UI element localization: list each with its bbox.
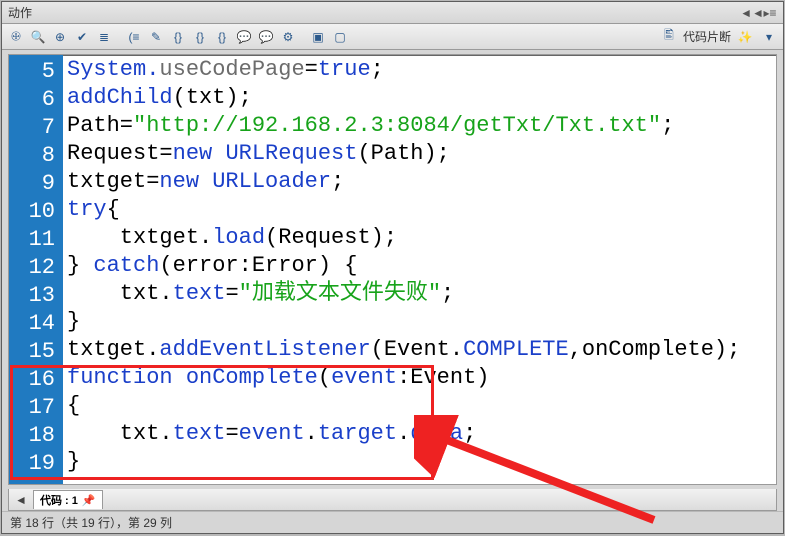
code-line[interactable]: } [67, 309, 772, 337]
code-line[interactable]: txtget.addEventListener(Event.COMPLETE,o… [67, 337, 772, 365]
autoformat-button[interactable]: ≣ [94, 27, 114, 47]
script-tab-bar: ◄ 代码 : 1 📌 [8, 489, 777, 511]
collapse-icon[interactable]: ◄◄ [745, 6, 759, 20]
codehint-button[interactable]: (≡ [124, 27, 144, 47]
line-number: 10 [9, 197, 63, 225]
line-number: 11 [9, 225, 63, 253]
editor-toolbar: 🕀 🔍 ⊕ ✔ ≣ (≡ ✎ {} {} {} 💬 💬 ⚙ ▣ ▢ 🖺 代码片断… [2, 24, 783, 50]
find-button[interactable]: 🔍 [28, 27, 48, 47]
expand-braces-button[interactable]: {} [190, 27, 210, 47]
pin-icon[interactable]: 📌 [82, 494, 96, 507]
comment-button[interactable]: ✎ [146, 27, 166, 47]
panel-header: 动作 ◄◄ ▸≡ [2, 2, 783, 24]
line-number: 5 [9, 57, 63, 85]
line-number: 12 [9, 253, 63, 281]
debug-button-2[interactable]: 💬 [256, 27, 276, 47]
code-line[interactable]: txt.text=event.target.data; [67, 421, 772, 449]
snippet-label[interactable]: 代码片断 [683, 28, 731, 45]
panel-title: 动作 [8, 2, 32, 24]
wand-button[interactable]: ✨ [735, 27, 755, 47]
check-syntax-button[interactable]: ✔ [72, 27, 92, 47]
code-editor[interactable]: 5678910111213141516171819 System.useCode… [8, 54, 777, 485]
code-line[interactable]: txtget.load(Request); [67, 225, 772, 253]
line-number: 18 [9, 421, 63, 449]
line-number: 19 [9, 449, 63, 477]
line-number: 9 [9, 169, 63, 197]
line-number: 17 [9, 393, 63, 421]
code-line[interactable]: try{ [67, 197, 772, 225]
toolbar-dropdown-button[interactable]: ▾ [759, 27, 779, 47]
debug-options-button[interactable]: ⚙ [278, 27, 298, 47]
line-number: 15 [9, 337, 63, 365]
line-number: 8 [9, 141, 63, 169]
add-button[interactable]: 🕀 [6, 27, 26, 47]
actions-panel: 动作 ◄◄ ▸≡ 🕀 🔍 ⊕ ✔ ≣ (≡ ✎ {} {} {} 💬 💬 ⚙ ▣… [1, 1, 784, 534]
cursor-position-status: 第 18 行（共 19 行），第 29 列 [10, 516, 172, 530]
line-number: 14 [9, 309, 63, 337]
code-line[interactable]: txt.text="加载文本文件失败"; [67, 281, 772, 309]
code-content[interactable]: System.useCodePage=true;addChild(txt);Pa… [63, 55, 776, 484]
status-bar: 第 18 行（共 19 行），第 29 列 [2, 511, 783, 533]
menu-icon[interactable]: ▸≡ [763, 6, 777, 20]
collapse-all-button[interactable]: {} [212, 27, 232, 47]
code-line[interactable]: Path="http://192.168.2.3:8084/getTxt/Txt… [67, 113, 772, 141]
script-tab-label: 代码 : 1 [40, 492, 78, 508]
line-number-gutter: 5678910111213141516171819 [9, 55, 63, 484]
code-line[interactable]: } catch(error:Error) { [67, 253, 772, 281]
snippet-icon[interactable]: 🖺 [659, 27, 679, 47]
code-line[interactable]: addChild(txt); [67, 85, 772, 113]
line-number: 6 [9, 85, 63, 113]
target-button[interactable]: ⊕ [50, 27, 70, 47]
tabbar-prev-button[interactable]: ◄ [13, 492, 29, 508]
code-line[interactable]: function onComplete(event:Event) [67, 365, 772, 393]
new-script-button[interactable]: ▢ [330, 27, 350, 47]
code-line[interactable]: txtget=new URLLoader; [67, 169, 772, 197]
navigate-button[interactable]: ▣ [308, 27, 328, 47]
code-line[interactable]: { [67, 393, 772, 421]
debug-button-1[interactable]: 💬 [234, 27, 254, 47]
code-line[interactable]: Request=new URLRequest(Path); [67, 141, 772, 169]
code-line[interactable]: System.useCodePage=true; [67, 57, 772, 85]
line-number: 7 [9, 113, 63, 141]
code-line[interactable]: } [67, 449, 772, 477]
line-number: 16 [9, 365, 63, 393]
collapse-braces-button[interactable]: {} [168, 27, 188, 47]
line-number: 13 [9, 281, 63, 309]
script-tab[interactable]: 代码 : 1 📌 [33, 490, 103, 509]
